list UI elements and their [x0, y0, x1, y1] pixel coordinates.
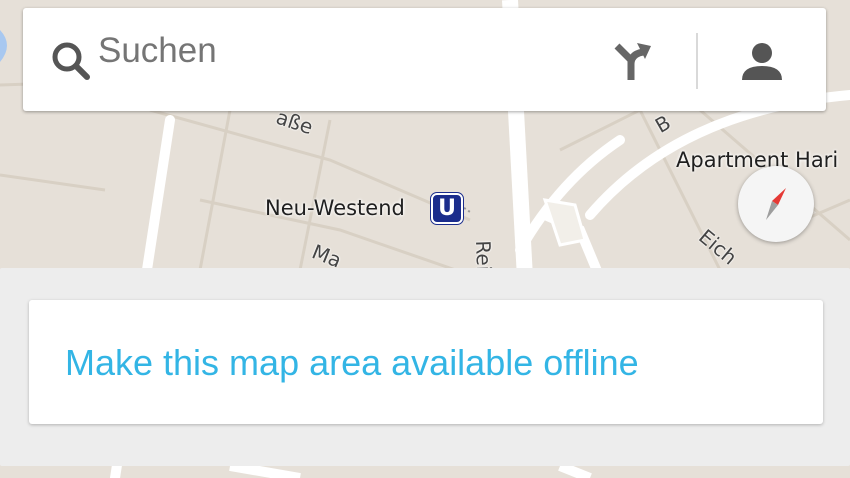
offline-link[interactable]: Make this map area available offline [65, 342, 639, 384]
account-icon[interactable] [740, 40, 784, 84]
search-input[interactable] [96, 30, 570, 72]
toolbar-divider [696, 33, 698, 89]
compass-icon [766, 188, 786, 220]
ubahn-icon[interactable]: U [431, 193, 463, 224]
compass-button[interactable] [738, 166, 814, 242]
offline-card[interactable]: Make this map area available offline [29, 300, 823, 424]
directions-icon[interactable] [611, 40, 655, 84]
search-icon[interactable] [48, 38, 94, 84]
station-label[interactable]: Neu-Westend [265, 196, 405, 220]
